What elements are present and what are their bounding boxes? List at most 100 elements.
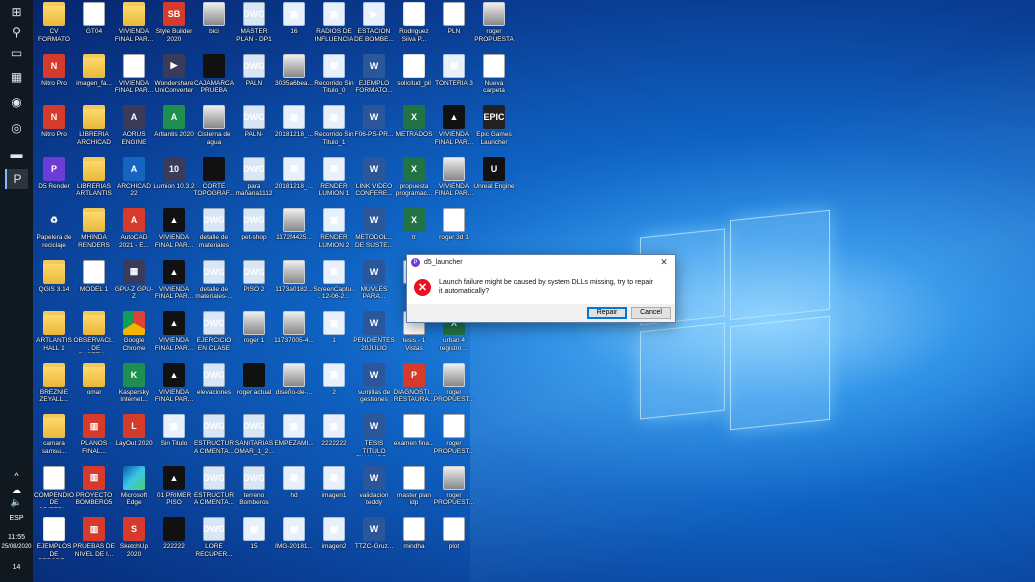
desktop-icon[interactable]: W LINK VIDEO CONFERE... xyxy=(354,156,394,209)
desktop-icon[interactable]: P D5 Render xyxy=(34,156,74,209)
desktop-icon[interactable]: ▣ RENDER LUMION 2 xyxy=(314,208,354,260)
taskbar-app-icon[interactable]: ▦ xyxy=(5,67,28,87)
desktop-icon[interactable]: K Kaspersky Internet... xyxy=(114,362,154,415)
desktop-icon[interactable]: ≡COMPENDIO DE CRITERI... xyxy=(34,465,74,518)
desktop-icon[interactable]: PDF Rodriguez Silva P... xyxy=(394,2,434,54)
desktop-icon[interactable]: ▣ imagen2 xyxy=(314,517,354,569)
search-icon[interactable]: ⚲ xyxy=(5,22,28,42)
desktop-icon[interactable]: DWG para mañana1112 xyxy=(234,156,274,209)
desktop-icon[interactable]: ≡ roger PROPUEST... xyxy=(434,414,474,466)
desktop-icon[interactable]: W TTZC-Gruz... xyxy=(354,517,394,569)
desktop-icon[interactable]: DWG detalle de materiales-... xyxy=(194,259,234,312)
desktop-icon[interactable]: CORTE TOPOGRAF... xyxy=(193,156,235,209)
desktop-icon[interactable]: QGIS 3.14 xyxy=(34,259,74,312)
desktop-icon[interactable]: ≡ master plan idp xyxy=(394,465,434,518)
desktop-icon[interactable]: ▣ 20181218_... xyxy=(274,156,314,209)
desktop-icon[interactable]: DWG terreno Bomberos xyxy=(234,465,274,518)
desktop-icon[interactable]: W PENDIENTES 20JULIO xyxy=(353,311,395,363)
desktop-icon[interactable]: ▲ VIVIENDA FINAL PAR... xyxy=(154,259,194,312)
file-explorer-icon[interactable]: ▬ xyxy=(5,144,28,164)
desktop-icon[interactable]: Google Chrome xyxy=(114,311,154,363)
chrome-taskbar-icon[interactable]: ◎ xyxy=(5,118,28,138)
desktop-icon[interactable]: EPIC Epic Games Launcher xyxy=(474,105,514,157)
cancel-button[interactable]: Cancel xyxy=(631,307,671,319)
close-icon[interactable]: ✕ xyxy=(653,255,675,270)
desktop-icon[interactable]: P Nueva carpeta xyxy=(474,53,514,106)
clock-time[interactable]: 11:55 xyxy=(0,533,33,542)
desktop-icon[interactable]: W EJEMPLO FORMATO... xyxy=(354,53,394,106)
desktop-icon[interactable]: ▶ Wondershare UniConverter xyxy=(154,53,194,106)
desktop-icon[interactable]: roger PROPUESTA xyxy=(474,2,514,54)
show-hidden-icons-chevron-icon[interactable]: ^ xyxy=(0,472,33,481)
desktop-icon[interactable]: ▲ VIVIENDA FINAL PAR... xyxy=(154,362,194,415)
desktop-icon[interactable]: DWG EJERCICIO EN CLASE xyxy=(194,311,234,363)
desktop-icon[interactable]: DWG pet-shop xyxy=(234,208,274,260)
desktop-icon[interactable]: ▣ hd xyxy=(274,465,314,518)
desktop-icon[interactable]: DWG LORE RECUPER... xyxy=(194,517,234,569)
desktop-icon[interactable]: ▣ Sin Titulo xyxy=(154,414,194,466)
desktop-icon[interactable]: ▣ 16 xyxy=(274,2,314,54)
desktop-icon[interactable]: ▣ 2222222 xyxy=(314,414,354,466)
d5-render-taskbar-icon[interactable]: P xyxy=(5,169,28,189)
desktop-icon[interactable]: ▣ 2 xyxy=(314,362,354,415)
desktop-icon[interactable]: ▲ VIVIENDA FINAL PAR... xyxy=(434,105,474,157)
desktop-icon[interactable]: SB Style Builder 2020 xyxy=(154,2,194,54)
desktop-icon[interactable]: ▣ RENDER LUMION 1 xyxy=(314,156,354,209)
desktop-icon[interactable]: ARTLANTIS HALL 1 xyxy=(34,311,74,363)
desktop-icon[interactable]: LIBRERIAS ARTLANTIS xyxy=(74,156,114,209)
desktop-icon[interactable]: DWG PALN- xyxy=(234,105,274,157)
desktop-icon[interactable]: ♻ Papelera de reciclaje xyxy=(34,208,74,260)
desktop-icon[interactable]: roger PROPUEST... xyxy=(434,465,474,518)
desktop-icon[interactable]: 3035a6bea... xyxy=(274,53,314,106)
desktop-icon[interactable]: DWG MASTER PLAN - DP1 xyxy=(234,2,274,54)
desktop-icon[interactable]: DWG PALN xyxy=(234,53,274,106)
desktop-icon[interactable]: DWG SANITARIAS OMAR_1_2... xyxy=(234,414,274,466)
desktop-icon[interactable]: W MUVLES PARA... xyxy=(354,259,394,312)
desktop-icon[interactable]: W F06-PS-PR... xyxy=(354,105,394,157)
desktop-icon[interactable]: ≡ roger 3d 1 xyxy=(434,208,474,260)
desktop-icon[interactable]: ▥ PLANOS FINAL... xyxy=(74,414,114,466)
desktop-icon[interactable]: DWG elevaciones xyxy=(194,362,234,415)
clock-date[interactable]: 25/08/2020 xyxy=(0,543,33,552)
desktop-icon[interactable]: ▣ 1 xyxy=(314,311,354,363)
desktop-icon[interactable]: ▦ GPU-Z GPU-Z xyxy=(114,259,154,312)
desktop-icon[interactable]: Xpropuesta programac... xyxy=(394,156,434,209)
desktop-icon[interactable]: W METODOL... DE SUSTE... xyxy=(354,208,394,260)
desktop-icon[interactable]: ≡ GT04 xyxy=(74,2,114,54)
desktop-icon[interactable]: ▣ 20181218_... xyxy=(274,105,314,157)
desktop-icon[interactable]: DWG ESTRUCTURA CIMENTA... xyxy=(194,414,234,466)
desktop-icon[interactable]: ▣ TONTERIA 3 xyxy=(434,53,474,106)
desktop-icon[interactable]: OBSERVACI... DE SUSTEN... xyxy=(74,311,114,363)
desktop-icon[interactable]: ≡ examen fina... xyxy=(394,414,434,466)
desktop-icon[interactable]: ▣ Recorrido Sin Titulo_1 xyxy=(314,105,354,157)
desktop-icon[interactable]: Cisterna de agua xyxy=(194,105,234,157)
notifications-icon[interactable]: 14 xyxy=(0,563,33,572)
language-indicator[interactable]: ESP xyxy=(0,514,33,523)
repair-button[interactable]: Repair xyxy=(587,307,627,319)
desktop-icon[interactable]: imagen_fa... xyxy=(74,53,114,106)
desktop-icon[interactable]: ▣ RADIOS DE INFLUENCIA xyxy=(314,2,354,54)
desktop-icon[interactable]: roger actual xyxy=(234,362,274,415)
desktop-icon[interactable]: bici xyxy=(194,2,234,54)
desktop-icon[interactable]: PDF solicitud_pil xyxy=(394,53,434,106)
desktop-icon[interactable]: ≡ plot xyxy=(434,517,474,569)
edge-taskbar-icon[interactable]: ◉ xyxy=(5,92,28,112)
desktop-icon[interactable]: ▥ PRUEBAS DE NIVEL DE I... xyxy=(73,517,115,569)
desktop-icon[interactable]: ▶ ESTACION DE BOMBE... xyxy=(354,2,394,54)
desktop-icon[interactable]: A AORUS ENGINE xyxy=(114,105,154,157)
desktop-icon[interactable]: ▲ VIVIENDA FINAL PAR... xyxy=(154,208,194,260)
desktop-icon[interactable]: P DIAGNOSTI... RESTAURA... xyxy=(393,362,435,415)
desktop-icon[interactable]: camara samsu... xyxy=(34,414,74,466)
desktop-icon[interactable]: A Artlantis 2020 xyxy=(154,105,194,157)
desktop-icon[interactable]: omar xyxy=(74,362,114,415)
desktop-icon[interactable]: ▣ imagen1 xyxy=(314,465,354,518)
desktop-icon[interactable]: DWG ESTRUCTURA CIMENTA... xyxy=(194,465,234,518)
desktop-icon[interactable]: ▣ IMG-20181... xyxy=(274,517,314,569)
desktop-icon[interactable]: CAJAMARCA PRUEBA xyxy=(194,53,234,106)
windows-start-icon[interactable]: ⊞ xyxy=(5,2,28,22)
desktop-icon[interactable]: Wvalidacion teddy xyxy=(354,465,394,518)
desktop-icon[interactable]: VIVIENDA FINAL PAR... xyxy=(114,2,154,54)
desktop-icon[interactable]: ≡ mindha xyxy=(394,517,434,569)
desktop-icon[interactable]: Xtr xyxy=(394,208,434,260)
desktop-icon[interactable]: L LayOut 2020 xyxy=(114,414,154,466)
